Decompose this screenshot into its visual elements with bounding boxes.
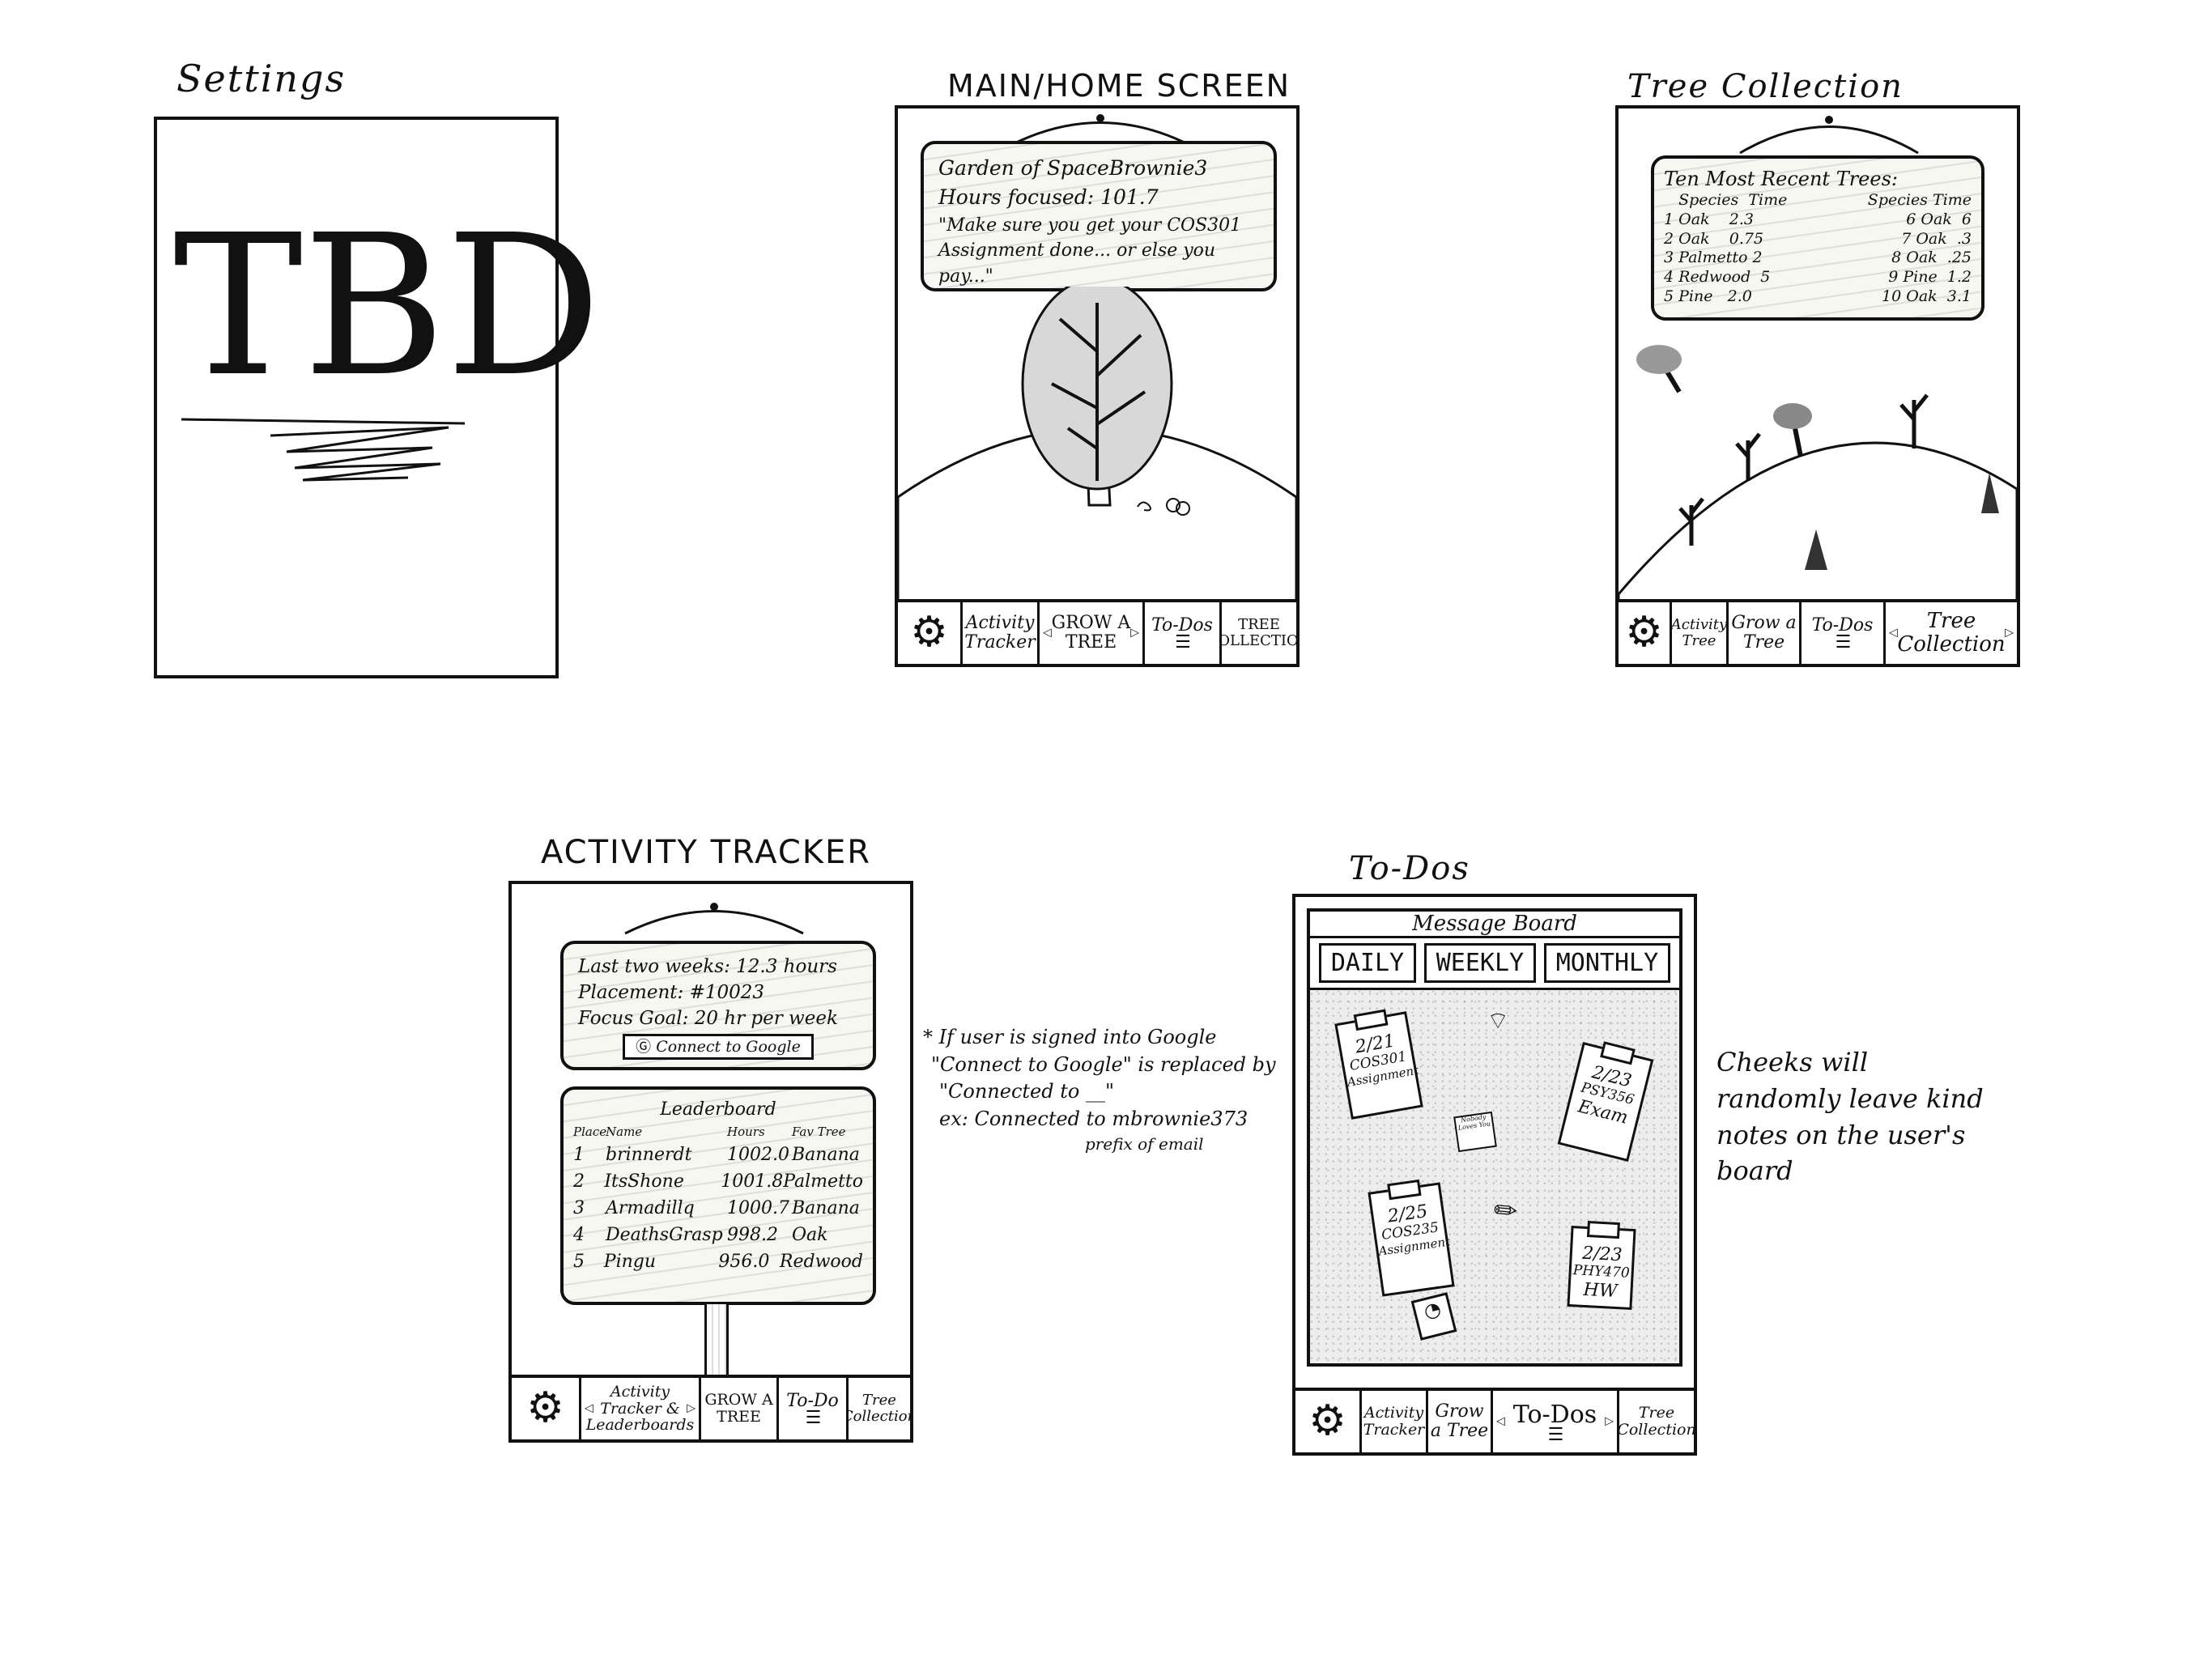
settings-title: Settings [177, 57, 347, 100]
hours-focused: Hours focused: 101.7 [938, 185, 1159, 210]
recent-tree-row: 2 Oak 0.75 [1664, 229, 1764, 248]
tree-collection-title: Tree Collection [1627, 68, 1904, 105]
todo-note[interactable]: 2/21 COS301 Assignment [1334, 1011, 1423, 1120]
pin-icon: ⌔ [1487, 1007, 1510, 1035]
recent-tree-row: 3 Palmetto 2 [1664, 249, 1763, 267]
google-icon: Ⓖ [636, 1037, 657, 1056]
sign-hanger [1739, 116, 1919, 155]
nav-activity-tracker[interactable]: Activity Tracker [1362, 1391, 1428, 1452]
home-screen: Garden of SpaceBrownie3 Hours focused: 1… [895, 105, 1300, 667]
gear-icon: ⚙ [910, 608, 948, 657]
list-icon: ☰ [1835, 632, 1852, 653]
recent-tree-row: 10 Oak 3.1 [1882, 287, 1972, 305]
cheeks-notes-annotation: Cheeks will randomly leave kind notes on… [1716, 1047, 1984, 1187]
nav-activity-tracker[interactable]: Activity Tracker [963, 602, 1040, 664]
photo-pin-icon: ◔ [1410, 1292, 1457, 1341]
nav-todos-label: To-Dos [1512, 1400, 1597, 1429]
recent-tree-row: 5 Pine 2.0 [1664, 287, 1752, 305]
list-icon: ☰ [1547, 1424, 1564, 1445]
scribble-underline [181, 418, 466, 482]
nav-settings[interactable]: ⚙ [1295, 1391, 1362, 1452]
nav-settings[interactable]: ⚙ [512, 1378, 581, 1439]
todo-note[interactable]: 2/23 PHY470 HW [1567, 1225, 1636, 1311]
todo-note[interactable]: 2/23 PSY356 Exam [1557, 1042, 1654, 1162]
settings-screen: TBD [154, 117, 602, 678]
nav-tree-collection[interactable]: TREE COLLECTION [1222, 602, 1296, 664]
nav-settings[interactable]: ⚙ [1619, 602, 1672, 664]
activity-title: ACTIVITY TRACKER [541, 834, 872, 871]
focus-goal: Focus Goal: 20 hr per week [578, 1008, 838, 1030]
nav-grow-a-tree[interactable]: Grow a Tree [1729, 602, 1802, 664]
todos-screen: Message Board DAILY WEEKLY MONTHLY 2/21 C… [1292, 894, 1697, 1456]
tree-collection-navbar: ⚙ Activity Tree Grow a Tree To-Dos ☰ Tre… [1619, 599, 2017, 664]
garden-name: Garden of SpaceBrownie3 [938, 156, 1208, 180]
home-garden-sign: Garden of SpaceBrownie3 Hours focused: 1… [921, 141, 1277, 316]
sign-post [704, 1302, 729, 1381]
nav-tree-collection[interactable]: Tree Collection [1619, 1391, 1694, 1452]
sign-hanger [624, 903, 804, 935]
leaderboard-row: 5 Pingu 956.0 Redwood [573, 1251, 863, 1272]
recent-tree-row: 1 Oak 2.3 [1664, 210, 1754, 228]
list-icon: ☰ [805, 1408, 822, 1429]
gear-icon: ⚙ [1625, 608, 1663, 657]
nav-grow-a-tree[interactable]: Grow a Tree [1428, 1391, 1493, 1452]
pen-icon: ✎ [1487, 1191, 1526, 1231]
tab-daily[interactable]: DAILY [1318, 943, 1417, 983]
gear-icon: ⚙ [1308, 1397, 1346, 1446]
connect-google-label: Connect to Google [656, 1037, 801, 1056]
nav-todos[interactable]: To-Dos ☰ [1493, 1391, 1619, 1452]
tab-monthly[interactable]: MONTHLY [1543, 943, 1671, 983]
board-tabs: DAILY WEEKLY MONTHLY [1310, 938, 1679, 990]
tree-collection-screen: Ten Most Recent Trees: Species Time 1 Oa… [1615, 105, 2020, 667]
col-header-time: Time [1748, 191, 1788, 209]
todo-note[interactable]: 2/25 COS235 Assignment [1368, 1182, 1455, 1297]
tab-weekly[interactable]: WEEKLY [1423, 943, 1537, 983]
leaderboard-sign: Leaderboard Place Name Hours Fav Tree 1b… [560, 1086, 876, 1305]
leaderboard-row: 4 DeathsGrasp 998.2 Oak [573, 1224, 828, 1245]
placement-rank: Placement: #10023 [578, 982, 765, 1004]
nav-activity-tree[interactable]: Activity Tree [1672, 602, 1729, 664]
home-navbar: ⚙ Activity Tracker GROW A TREE To-Dos ☰ … [898, 599, 1296, 664]
recent-tree-row: 6 Oak 6 [1906, 210, 1972, 228]
todos-navbar: ⚙ Activity Tracker Grow a Tree To-Dos ☰ … [1295, 1388, 1694, 1452]
recent-tree-row: 9 Pine 1.2 [1888, 268, 1972, 286]
nav-activity-tracker[interactable]: Activity Tracker & Leaderboards [581, 1378, 701, 1439]
recent-trees-heading: Ten Most Recent Trees: [1664, 168, 1898, 190]
nav-tree-collection[interactable]: Tree Collection [1886, 602, 2017, 664]
tree-collection-hill [1619, 345, 2017, 602]
nav-todos[interactable]: To-Dos ☰ [1802, 602, 1886, 664]
col-header-species: Species [1678, 191, 1739, 209]
nav-grow-a-tree[interactable]: GROW A TREE [1040, 602, 1145, 664]
leaderboard-row: 1 brinnerdt 1002.0 Banana [573, 1144, 860, 1165]
leaderboard-title: Leaderboard [660, 1099, 776, 1120]
cheeks-sticky-note[interactable]: Nobody Loves You [1453, 1111, 1497, 1153]
google-connect-annotation: * If user is signed into Google "Connect… [923, 1026, 1276, 1154]
activity-navbar: ⚙ Activity Tracker & Leaderboards GROW A… [512, 1375, 910, 1439]
message-board-title: Message Board [1310, 912, 1679, 938]
nav-tree-collection[interactable]: Tree Collection [849, 1378, 910, 1439]
leaderboard-row: 2 ItsShone 1001.8 Palmetto [573, 1171, 863, 1192]
recent-tree-row: 8 Oak .25 [1891, 249, 1972, 267]
message-board: Message Board DAILY WEEKLY MONTHLY 2/21 C… [1307, 908, 1682, 1367]
list-icon: ☰ [1175, 632, 1191, 653]
recent-tree-row: 4 Redwood 5 [1664, 268, 1771, 286]
todos-title: To-Dos [1349, 850, 1470, 887]
nav-grow-a-tree[interactable]: GROW A TREE [701, 1378, 779, 1439]
settings-tbd-text: TBD [173, 193, 602, 419]
last-two-weeks-hours: Last two weeks: 12.3 hours [578, 956, 837, 977]
gear-icon: ⚙ [526, 1384, 564, 1433]
activity-screen: Last two weeks: 12.3 hours Placement: #1… [508, 881, 913, 1443]
recent-trees-sign: Ten Most Recent Trees: Species Time 1 Oa… [1651, 155, 1984, 321]
leaderboard-row: 3 Armadillq 1000.7 Banana [573, 1197, 860, 1218]
activity-stats-sign: Last two weeks: 12.3 hours Placement: #1… [560, 941, 876, 1070]
home-tree-illustration [898, 287, 1296, 602]
cheeks-quote: "Make sure you get your COS301 Assignmen… [938, 215, 1242, 287]
connect-google-button[interactable]: Ⓖ Connect to Google [623, 1033, 814, 1061]
nav-todos[interactable]: To-Dos ☰ [1145, 602, 1222, 664]
recent-tree-row: 7 Oak .3 [1901, 229, 1972, 248]
nav-settings[interactable]: ⚙ [898, 602, 963, 664]
nav-todos[interactable]: To-Do ☰ [779, 1378, 849, 1439]
leaderboard-header: Place Name Hours Fav Tree [573, 1124, 846, 1139]
home-title: MAIN/HOME SCREEN [947, 68, 1291, 104]
